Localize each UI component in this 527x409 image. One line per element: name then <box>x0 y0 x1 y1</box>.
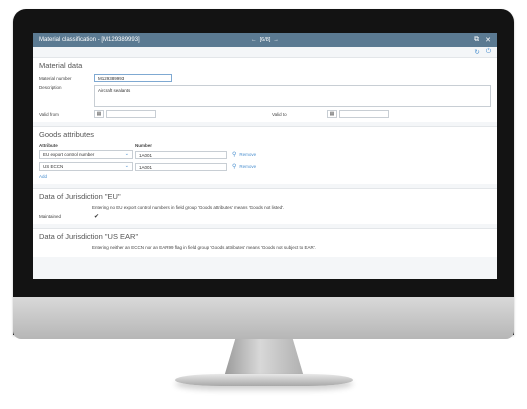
close-icon[interactable]: ✕ <box>485 36 491 44</box>
valid-to-input[interactable] <box>339 110 389 118</box>
attribute-value: EU export control number <box>43 152 95 157</box>
refresh-icon[interactable]: ↻ <box>474 48 479 56</box>
remove-link[interactable]: Remove <box>239 164 256 169</box>
popout-icon[interactable]: ⧉ <box>474 36 479 44</box>
monitor-stand-neck <box>224 339 304 377</box>
attribute-select[interactable]: US ECCN ⌄ <box>39 162 133 171</box>
attribute-row: EU export control number ⌄ 1A001 ⚲ Remov… <box>39 150 491 159</box>
chevron-down-icon: ⌄ <box>124 163 129 169</box>
attribute-value: US ECCN <box>43 164 64 169</box>
attribute-select[interactable]: EU export control number ⌄ <box>39 150 133 159</box>
description-textarea[interactable]: Aircraft sealants <box>94 85 491 107</box>
material-number-label: Material number <box>39 75 72 81</box>
previous-record-icon[interactable]: ← <box>251 37 257 43</box>
toolbar: ↻ ⏻ <box>33 47 497 57</box>
attribute-row: US ECCN ⌄ 1A001 ⚲ Remove <box>39 162 491 171</box>
window-title: Material classification - [M129389993] <box>39 37 140 43</box>
material-number-input[interactable]: M129389993 <box>94 74 172 82</box>
goods-attributes-section: Goods attributes Attribute Number EU exp… <box>33 126 497 184</box>
monitor-chin <box>13 297 514 339</box>
section-title: Material data <box>39 61 83 70</box>
app-window: Material classification - [M129389993] ←… <box>33 33 497 279</box>
chevron-down-icon: ⌄ <box>124 151 129 157</box>
search-icon[interactable]: ⚲ <box>232 151 236 158</box>
section-title: Data of Jurisdiction "EU" <box>39 192 121 201</box>
section-title: Goods attributes <box>39 130 95 139</box>
window-titlebar: Material classification - [M129389993] ←… <box>33 33 497 47</box>
maintained-label: Maintained <box>39 214 62 219</box>
calendar-icon[interactable]: ▦ <box>94 110 104 118</box>
jurisdiction-us-note: Entering neither an ECCN nor an EAR99 fl… <box>92 245 316 250</box>
valid-from-label: Valid from <box>39 111 59 117</box>
valid-from-input[interactable] <box>106 110 156 118</box>
next-record-icon[interactable]: → <box>273 37 279 43</box>
number-input[interactable]: 1A001 <box>135 150 227 159</box>
search-icon[interactable]: ⚲ <box>232 163 236 170</box>
monitor-stand-base <box>175 374 353 386</box>
number-input[interactable]: 1A001 <box>135 162 227 171</box>
jurisdiction-eu-section: Data of Jurisdiction "EU" Entering no EU… <box>33 188 497 224</box>
calendar-icon[interactable]: ▦ <box>327 110 337 118</box>
remove-link[interactable]: Remove <box>239 152 256 157</box>
record-position: [6/8] <box>259 37 271 43</box>
material-data-section: Material data Material number M129389993… <box>33 57 497 122</box>
add-link[interactable]: Add <box>39 174 47 179</box>
valid-to-label: Valid to <box>272 111 287 117</box>
description-label: Description <box>39 85 62 90</box>
maintained-checkbox[interactable]: ✔ <box>94 213 99 220</box>
section-title: Data of Jurisdiction "US EAR" <box>39 232 139 241</box>
jurisdiction-us-section: Data of Jurisdiction "US EAR" Entering n… <box>33 228 497 257</box>
jurisdiction-eu-note: Entering no EU export control numbers in… <box>92 205 285 210</box>
record-navigator: ← [6/8] → <box>251 37 279 43</box>
power-icon[interactable]: ⏻ <box>486 48 491 56</box>
number-column-header: Number <box>135 143 153 148</box>
attribute-column-header: Attribute <box>39 143 58 148</box>
